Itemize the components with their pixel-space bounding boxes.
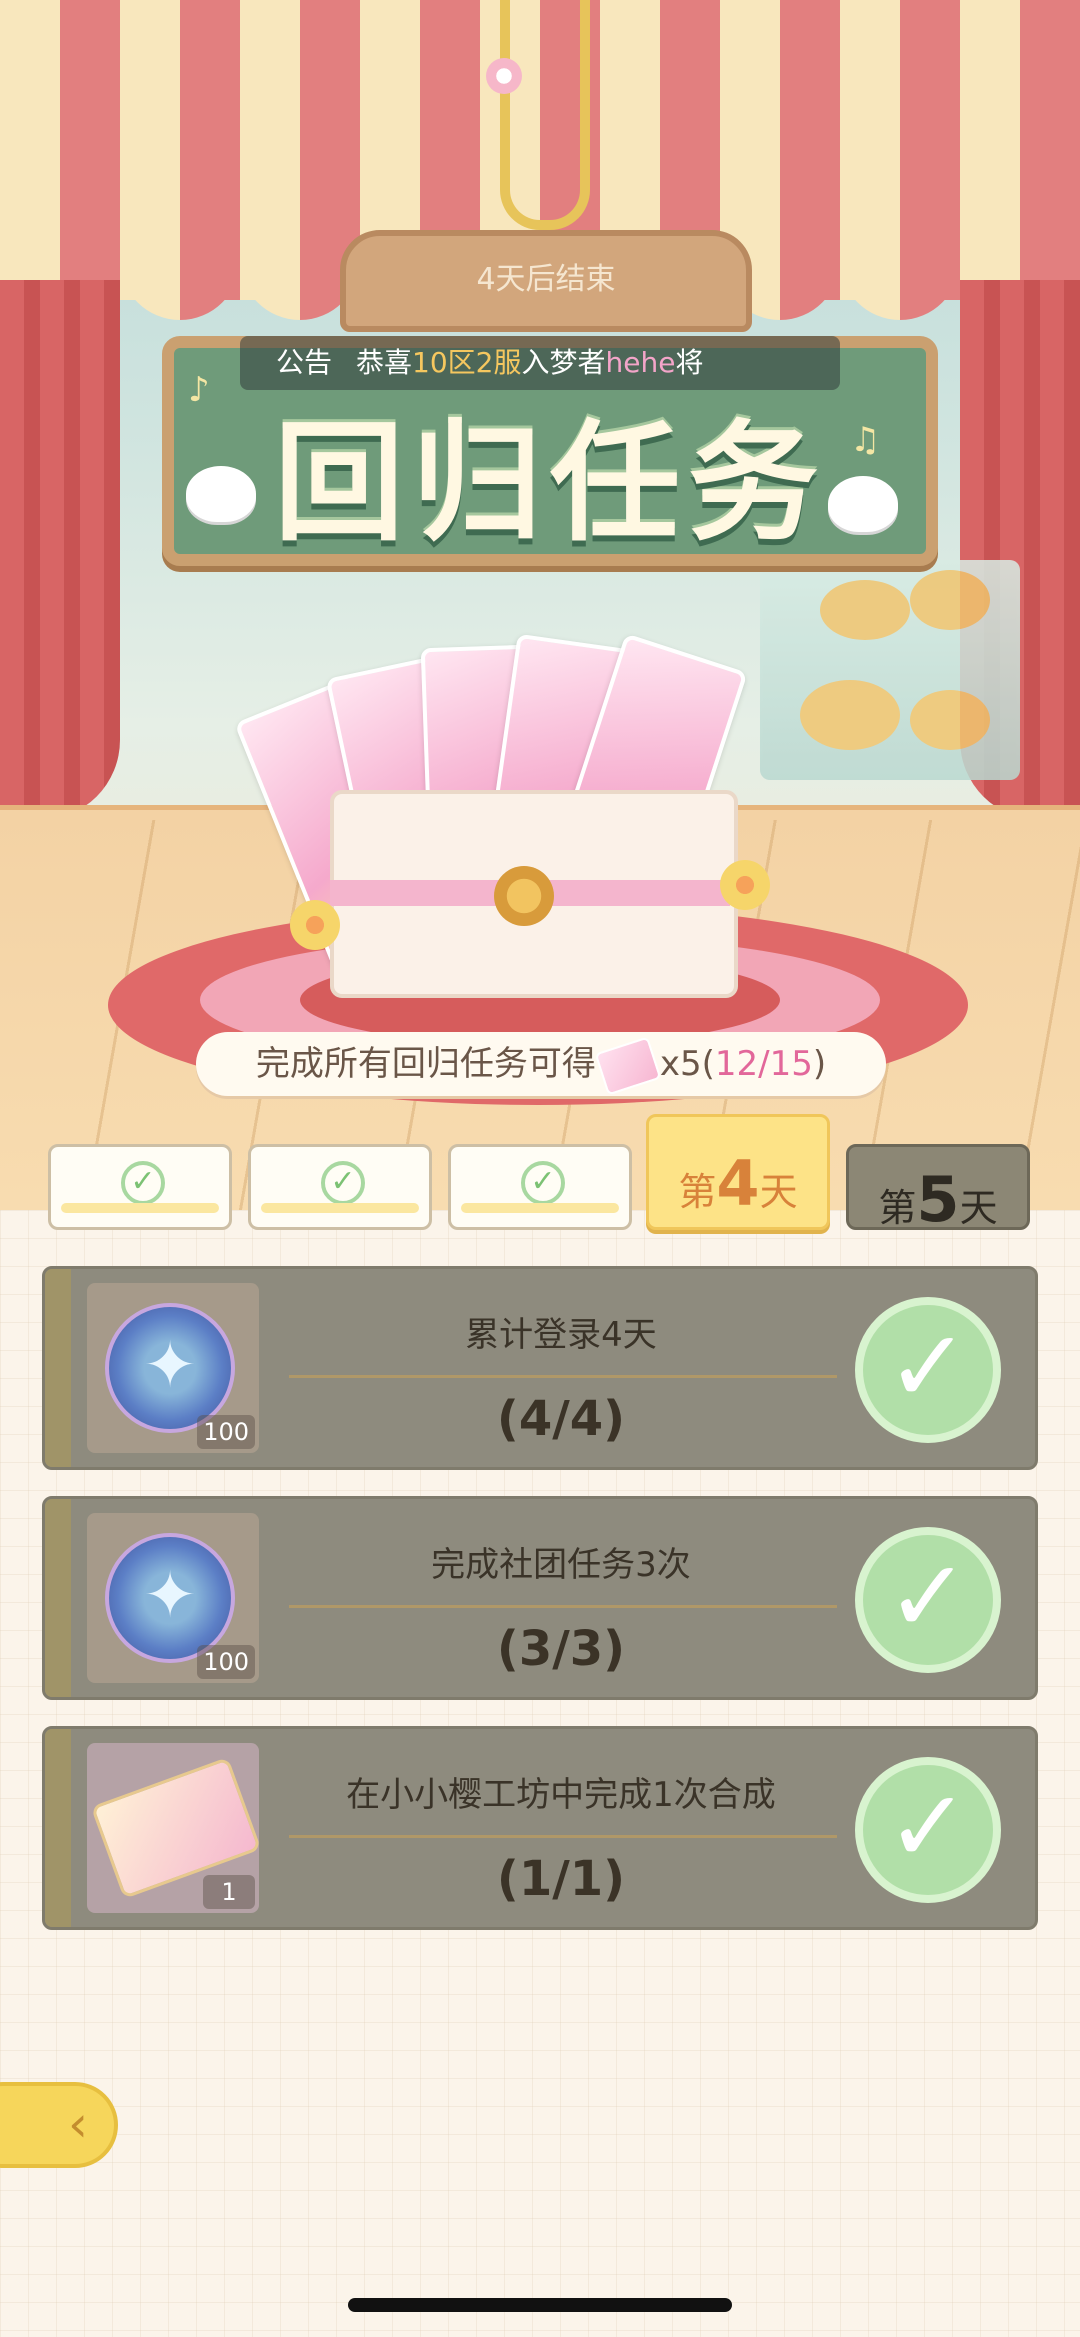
task-row: 1 在小小樱工坊中完成1次合成 (1/1) ✓ <box>42 1726 1038 1930</box>
countdown-tag: 4天后结束 <box>340 230 752 332</box>
flower-decoration <box>720 860 770 910</box>
reward-close: ) <box>812 1044 827 1084</box>
announcement-label: 公告 <box>276 346 333 379</box>
divider <box>289 1375 837 1378</box>
reward-multiplier: x5( <box>659 1044 715 1084</box>
back-button[interactable]: ‹ <box>0 2082 118 2168</box>
flower-decoration <box>290 900 340 950</box>
compass-coin-icon: ✦ <box>105 1533 235 1663</box>
divider <box>289 1605 837 1608</box>
reward-text: 完成所有回归任务可得 <box>255 1044 596 1084</box>
announcement-marquee: 公告 恭喜10区2服入梦者hehe将 <box>240 336 840 390</box>
reward-slot[interactable]: ✦ 100 <box>87 1513 259 1683</box>
task-title: 完成社团任务3次 <box>431 1545 691 1585</box>
check-icon: ✓ <box>121 1161 165 1205</box>
check-icon: ✓ <box>521 1161 565 1205</box>
completed-check-icon: ✓ <box>855 1757 1001 1903</box>
task-progress: (1/1) <box>496 1851 626 1907</box>
day-tab-3[interactable]: ✓ <box>448 1144 632 1230</box>
reward-slot[interactable]: 1 <box>87 1743 262 1913</box>
day-tab-2[interactable]: ✓ <box>248 1144 432 1230</box>
task-title: 在小小樱工坊中完成1次合成 <box>346 1775 776 1815</box>
event-banner-scene: 4天后结束 回归任务 公告 恭喜10区2服入梦者hehe将 ♪ ♫ 完成所有回归任… <box>0 0 1080 1210</box>
ticket-icon <box>594 1035 662 1096</box>
reward-quantity: 1 <box>203 1875 255 1909</box>
completed-check-icon: ✓ <box>855 1527 1001 1673</box>
task-title: 累计登录4天 <box>465 1315 657 1355</box>
announcement-server: 10区2服 <box>412 346 522 379</box>
bird-decoration-left <box>186 466 256 522</box>
reward-progress: 12/15 <box>714 1044 813 1084</box>
music-note-icon: ♪ <box>188 370 210 410</box>
home-indicator[interactable] <box>348 2298 732 2312</box>
event-title: 回归任务 <box>273 407 826 559</box>
announcement-player: hehe <box>605 346 676 379</box>
check-icon: ✓ <box>321 1161 365 1205</box>
bakery-shelf <box>760 560 1020 780</box>
compass-coin-icon: ✦ <box>105 1303 235 1433</box>
completed-check-icon: ✓ <box>855 1297 1001 1443</box>
back-arrow-icon: ‹ <box>68 2095 88 2153</box>
day-tab-label: 第5天 <box>878 1163 998 1236</box>
day-tab-4[interactable]: 第4天 <box>646 1114 830 1230</box>
total-reward-info: 完成所有回归任务可得 x5(12/15) <box>196 1032 886 1096</box>
announcement-suffix: 将 <box>675 346 704 379</box>
flower-decoration <box>486 58 522 94</box>
announcement-middle: 入梦者 <box>521 346 606 379</box>
day-tab-1[interactable]: ✓ <box>48 1144 232 1230</box>
task-row: ✦ 100 累计登录4天 (4/4) ✓ <box>42 1266 1038 1470</box>
reward-quantity: 100 <box>197 1415 255 1449</box>
wax-seal-icon <box>494 866 554 926</box>
curtain-left <box>0 280 120 820</box>
task-row: ✦ 100 完成社团任务3次 (3/3) ✓ <box>42 1496 1038 1700</box>
sign-rope <box>500 0 590 230</box>
music-note-icon: ♫ <box>850 420 881 460</box>
reward-slot[interactable]: ✦ 100 <box>87 1283 259 1453</box>
bird-decoration-right <box>828 476 898 532</box>
reward-quantity: 100 <box>197 1645 255 1679</box>
announcement-prefix: 恭喜 <box>356 346 413 379</box>
day-tab-5[interactable]: 第5天 <box>846 1144 1030 1236</box>
divider <box>289 1835 837 1838</box>
day-tab-label: 第4天 <box>678 1147 798 1220</box>
countdown-text: 4天后结束 <box>476 262 616 297</box>
task-progress: (4/4) <box>496 1391 626 1447</box>
task-progress: (3/3) <box>496 1621 626 1677</box>
